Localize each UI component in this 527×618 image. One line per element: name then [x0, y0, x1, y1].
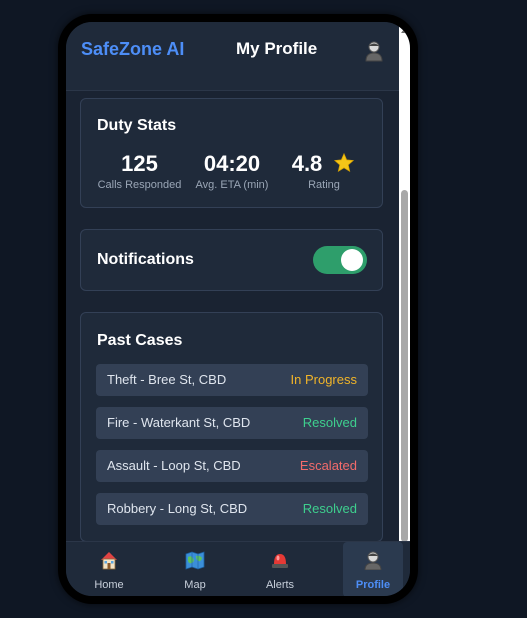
notifications-toggle[interactable]	[313, 246, 367, 274]
case-name: Robbery - Long St, CBD	[107, 501, 248, 516]
case-name: Theft - Bree St, CBD	[107, 372, 227, 387]
top-bar: SafeZone AI My Profile	[66, 22, 399, 91]
person-icon[interactable]	[364, 40, 384, 62]
nav-map[interactable]: Map	[165, 542, 225, 596]
nav-alerts[interactable]: Alerts	[250, 542, 310, 596]
page-title: My Profile	[236, 39, 318, 58]
case-row[interactable]: Fire - Waterkant St, CBD Resolved	[96, 407, 368, 439]
nav-profile[interactable]: Profile	[343, 542, 403, 596]
person-icon	[363, 550, 383, 571]
avg-eta-value: 04:20	[203, 151, 261, 176]
app-screen: SafeZone AI My Profile Duty Stats 125 Ca…	[66, 22, 410, 596]
case-name: Assault - Loop St, CBD	[107, 458, 241, 473]
case-row[interactable]: Robbery - Long St, CBD Resolved	[96, 493, 368, 525]
scroll-up-arrow-icon[interactable]	[401, 28, 409, 33]
calls-responded-value: 125	[121, 151, 158, 176]
case-row[interactable]: Theft - Bree St, CBD In Progress	[96, 364, 368, 396]
notifications-label: Notifications	[97, 251, 194, 268]
nav-profile-label: Profile	[355, 579, 391, 591]
past-cases-title: Past Cases	[97, 332, 183, 349]
scrollbar-thumb[interactable]	[401, 190, 408, 542]
map-icon	[185, 550, 205, 570]
calls-responded-label: Calls Responded	[97, 179, 182, 191]
toggle-knob	[341, 249, 363, 271]
case-status: Resolved	[302, 415, 357, 430]
rating-label: Rating	[308, 179, 340, 191]
phone-frame: SafeZone AI My Profile Duty Stats 125 Ca…	[58, 14, 418, 604]
bottom-navigation: Home Map Alerts Profile	[66, 541, 410, 596]
siren-icon	[270, 550, 290, 570]
case-status: Resolved	[302, 501, 357, 516]
case-status: In Progress	[290, 372, 357, 387]
notifications-card: Notifications	[80, 229, 383, 291]
avg-eta-label: Avg. ETA (min)	[195, 179, 269, 191]
past-cases-card: Past Cases Theft - Bree St, CBD In Progr…	[80, 312, 383, 542]
nav-home[interactable]: Home	[79, 542, 139, 596]
case-name: Fire - Waterkant St, CBD	[107, 415, 251, 430]
home-icon	[99, 550, 119, 570]
nav-alerts-label: Alerts	[265, 579, 295, 591]
rating-value: 4.8	[291, 151, 323, 176]
duty-stats-title: Duty Stats	[97, 117, 177, 134]
nav-home-label: Home	[94, 579, 124, 591]
vertical-scrollbar[interactable]	[399, 22, 410, 548]
case-status: Escalated	[299, 458, 357, 473]
duty-stats-card: Duty Stats 125 Calls Responded 04:20 Avg…	[80, 98, 383, 208]
nav-map-label: Map	[184, 579, 206, 591]
brand-logo[interactable]: SafeZone AI	[81, 39, 184, 60]
case-row[interactable]: Assault - Loop St, CBD Escalated	[96, 450, 368, 482]
profile-content: Duty Stats 125 Calls Responded 04:20 Avg…	[66, 91, 399, 548]
star-icon	[333, 152, 355, 174]
